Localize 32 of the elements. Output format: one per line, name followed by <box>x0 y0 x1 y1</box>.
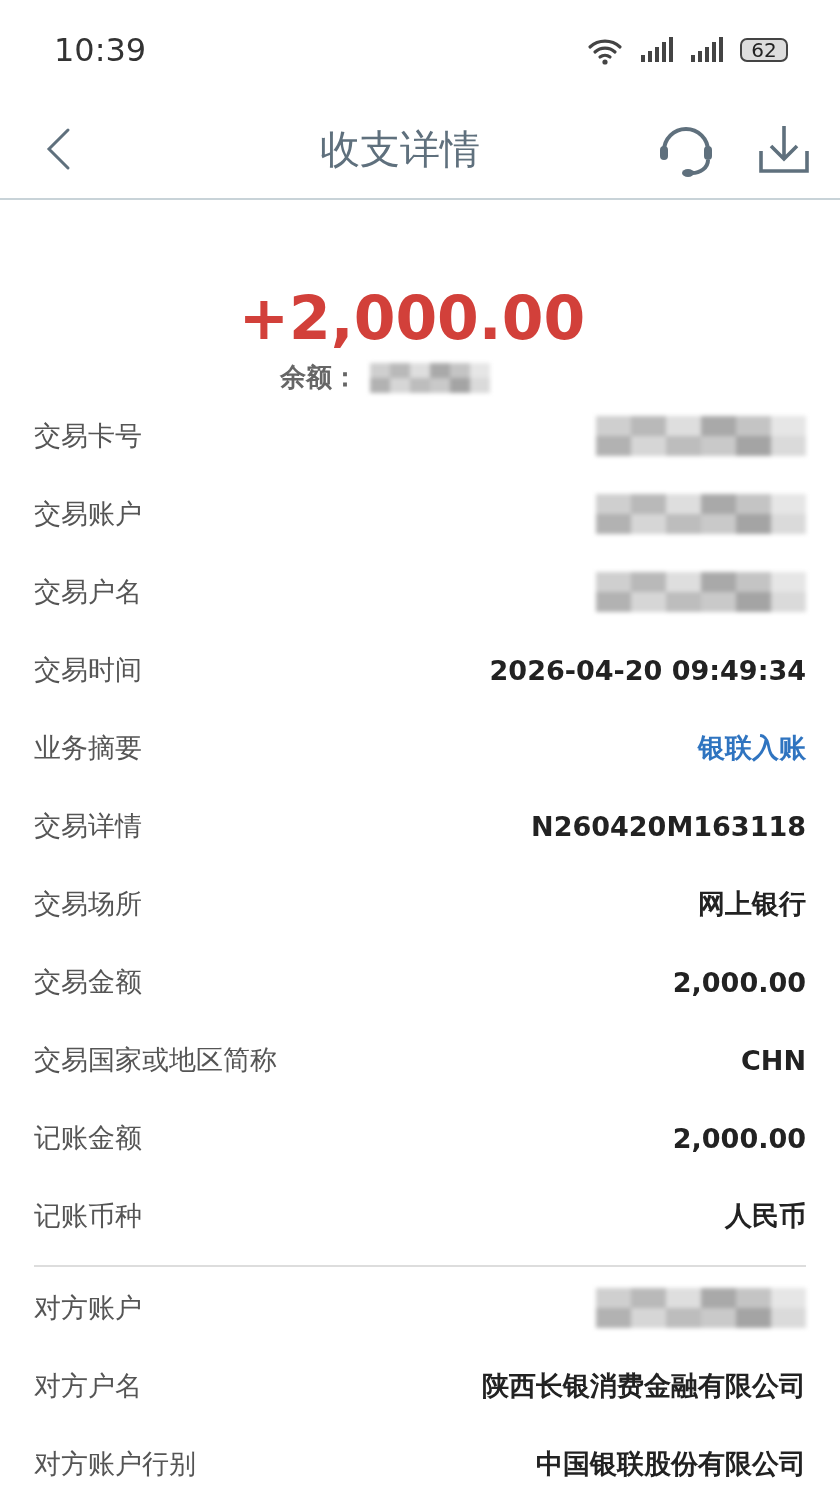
amount-value: +2,000.00 <box>238 282 587 355</box>
field-label: 对方户名 <box>34 1369 142 1403</box>
field-link[interactable]: 银联入账 <box>698 730 806 766</box>
field-label: 交易卡号 <box>34 419 142 453</box>
page-title: 收支详情 <box>319 124 481 174</box>
signal-icon <box>640 37 676 63</box>
signal-icon <box>690 37 726 63</box>
field-label: 交易金额 <box>34 965 142 999</box>
status-time: 10:39 <box>54 31 147 69</box>
field-label: 交易户名 <box>34 575 142 609</box>
field-value: 2,000.00 <box>672 1122 806 1154</box>
field-label: 业务摘要 <box>34 731 142 765</box>
field-value: CHN <box>741 1044 806 1076</box>
field-value: N260420M163118 <box>531 810 806 842</box>
field-label: 记账金额 <box>34 1121 142 1155</box>
field-value: 陕西长银消费金融有限公司 <box>482 1369 806 1403</box>
field-label: 对方账户 <box>34 1291 142 1325</box>
battery-icon: 62 <box>740 38 788 62</box>
download-icon[interactable] <box>758 123 810 175</box>
field-label: 交易时间 <box>34 653 142 687</box>
field-label: 交易详情 <box>34 809 142 843</box>
field-value: 中国银联股份有限公司 <box>536 1447 806 1481</box>
balance-label: 余额： <box>280 361 358 394</box>
field-label: 对方账户行别 <box>34 1447 196 1481</box>
field-label: 交易场所 <box>34 887 142 921</box>
field-value: 2026-04-20 09:49:34 <box>489 654 806 686</box>
field-value: 2,000.00 <box>672 966 806 998</box>
field-label: 交易国家或地区简称 <box>34 1043 277 1077</box>
field-value: 人民币 <box>725 1199 806 1233</box>
field-label: 记账币种 <box>34 1199 142 1233</box>
field-label: 交易账户 <box>34 497 142 531</box>
field-value: 网上银行 <box>698 887 806 921</box>
